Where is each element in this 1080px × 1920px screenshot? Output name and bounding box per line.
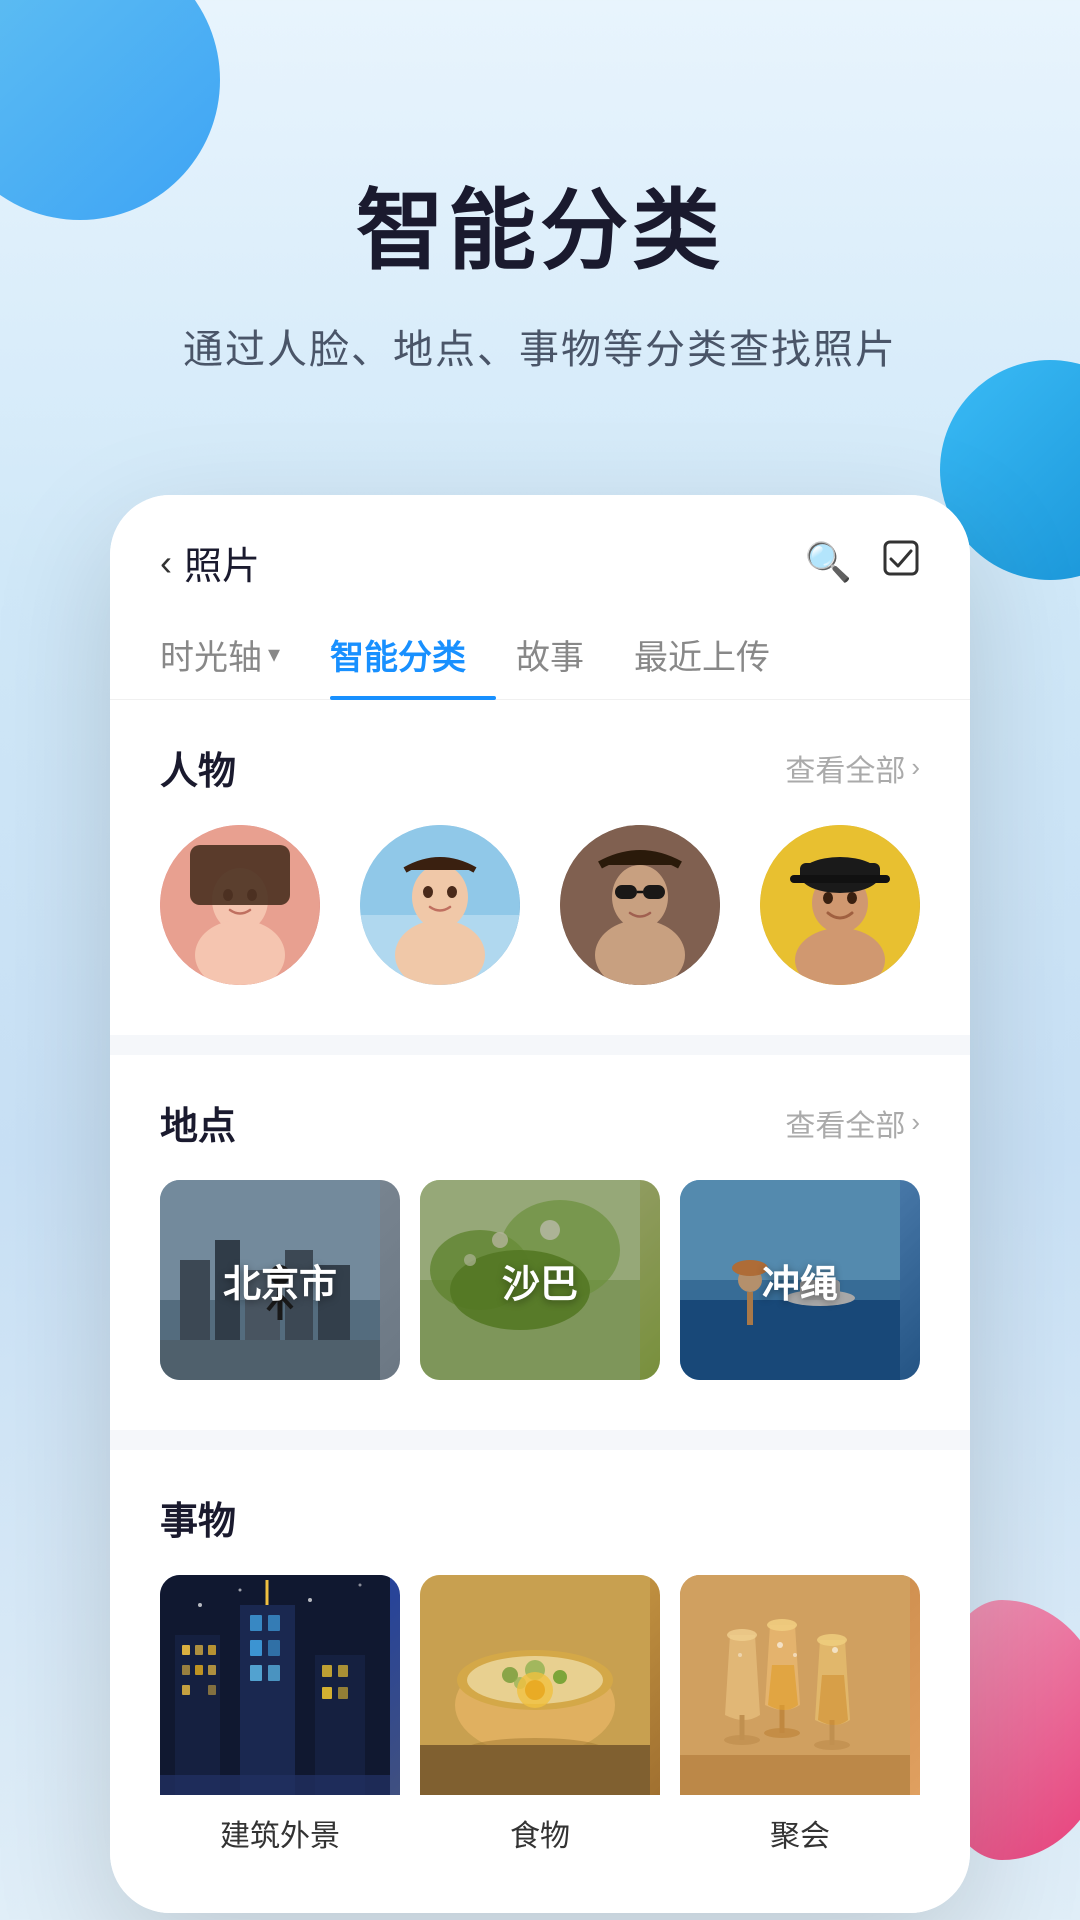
section-divider-1 <box>110 1035 970 1055</box>
hero-subtitle: 通过人脸、地点、事物等分类查找照片 <box>60 317 1020 375</box>
locations-section: 地点 查看全部 › <box>110 1055 970 1430</box>
chevron-right-icon: › <box>911 752 920 783</box>
tabs-bar: 时光轴 ▾ 智能分类 故事 最近上传 <box>110 610 970 700</box>
people-section: 人物 查看全部 › <box>110 700 970 1035</box>
hero-section: 智能分类 通过人脸、地点、事物等分类查找照片 <box>0 0 1080 455</box>
search-icon[interactable]: 🔍 <box>805 541 852 585</box>
select-icon[interactable] <box>882 539 920 587</box>
people-section-header: 人物 查看全部 › <box>160 740 920 795</box>
dropdown-icon: ▾ <box>268 640 280 669</box>
phone-mockup-container: ‹ 照片 🔍 时光轴 ▾ 智能分类 <box>110 495 970 1913</box>
locations-see-all[interactable]: 查看全部 › <box>785 1101 920 1145</box>
avatar-person-2[interactable] <box>360 825 520 985</box>
tab-recent-upload[interactable]: 最近上传 <box>634 610 800 699</box>
locations-section-title: 地点 <box>160 1095 236 1150</box>
avatar-person-1[interactable] <box>160 825 320 985</box>
location-cards-grid: 北京市 <box>160 1180 920 1410</box>
thing-card-food[interactable]: 食物 <box>420 1575 660 1863</box>
things-section-title: 事物 <box>160 1490 236 1545</box>
thing-label-food: 食物 <box>420 1795 660 1863</box>
tab-story[interactable]: 故事 <box>516 610 614 699</box>
tab-timeline[interactable]: 时光轴 ▾ <box>160 610 310 699</box>
location-label-beijing: 北京市 <box>223 1253 337 1308</box>
thing-img-gathering <box>680 1575 920 1795</box>
thing-img-food <box>420 1575 660 1795</box>
things-section-header: 事物 <box>160 1490 920 1545</box>
location-card-okinawa[interactable]: 冲绳 <box>680 1180 920 1380</box>
thing-card-architecture[interactable]: 建筑外景 <box>160 1575 400 1863</box>
chevron-right-icon-loc: › <box>911 1107 920 1138</box>
hero-title: 智能分类 <box>60 160 1020 287</box>
location-card-shaba[interactable]: 沙巴 <box>420 1180 660 1380</box>
tab-smart-classify[interactable]: 智能分类 <box>330 610 496 699</box>
location-label-okinawa: 冲绳 <box>762 1253 838 1308</box>
things-cards-grid: 建筑外景 <box>160 1575 920 1893</box>
bottom-bar <box>110 1893 970 1913</box>
avatar-person-3[interactable] <box>560 825 720 985</box>
people-see-all[interactable]: 查看全部 › <box>785 746 920 790</box>
thing-img-architecture <box>160 1575 400 1795</box>
locations-section-header: 地点 查看全部 › <box>160 1095 920 1150</box>
location-card-beijing[interactable]: 北京市 <box>160 1180 400 1380</box>
thing-label-gathering: 聚会 <box>680 1795 920 1863</box>
header-icons: 🔍 <box>805 539 920 587</box>
thing-card-gathering[interactable]: 聚会 <box>680 1575 920 1863</box>
people-avatars-row <box>160 825 920 1015</box>
back-arrow-icon[interactable]: ‹ <box>160 542 172 584</box>
phone-mockup: ‹ 照片 🔍 时光轴 ▾ 智能分类 <box>110 495 970 1913</box>
app-header: ‹ 照片 🔍 <box>110 495 970 610</box>
thing-label-architecture: 建筑外景 <box>160 1795 400 1863</box>
section-divider-2 <box>110 1430 970 1450</box>
things-section: 事物 <box>110 1450 970 1893</box>
page-title: 照片 <box>184 535 260 590</box>
people-section-title: 人物 <box>160 740 236 795</box>
location-label-shaba: 沙巴 <box>502 1253 578 1308</box>
avatar-person-4[interactable] <box>760 825 920 985</box>
back-navigation[interactable]: ‹ 照片 <box>160 535 260 590</box>
